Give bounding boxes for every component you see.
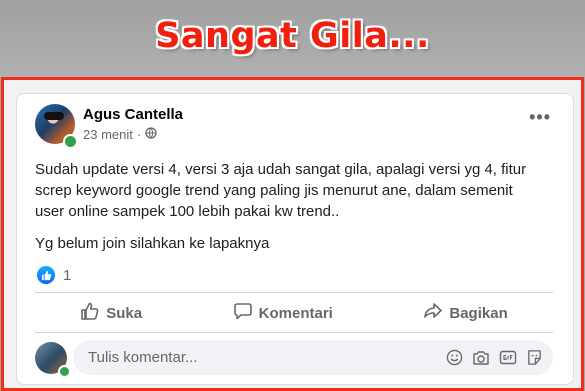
comment-box bbox=[73, 340, 553, 375]
banner-headline: Sangat Gila... bbox=[155, 16, 430, 56]
comment-label: Komentari bbox=[258, 304, 333, 322]
like-icon bbox=[80, 301, 100, 325]
post-time[interactable]: 23 menit bbox=[83, 127, 133, 142]
camera-icon[interactable] bbox=[472, 349, 490, 366]
globe-icon bbox=[145, 127, 157, 142]
online-status-indicator bbox=[58, 365, 71, 378]
post-meta: 23 menit · bbox=[83, 127, 157, 142]
reactions-summary[interactable]: 1 bbox=[37, 266, 71, 284]
author-name[interactable]: Agus Cantella bbox=[83, 106, 183, 123]
divider bbox=[35, 332, 553, 333]
gif-icon[interactable] bbox=[499, 349, 517, 366]
like-button[interactable]: Suka bbox=[80, 301, 142, 325]
comment-button[interactable]: Komentari bbox=[233, 301, 333, 325]
like-label: Suka bbox=[106, 304, 143, 322]
post-paragraph: Sudah update versi 4, versi 3 aja udah s… bbox=[35, 161, 527, 220]
comment-icon bbox=[233, 301, 253, 325]
share-label: Bagikan bbox=[449, 304, 508, 322]
emoji-icon[interactable] bbox=[446, 349, 463, 366]
post-text: Sudah update versi 4, versi 3 aja udah s… bbox=[35, 159, 545, 265]
post-paragraph: Yg belum join silahkan ke lapaknya bbox=[35, 235, 270, 252]
like-reaction-icon bbox=[37, 266, 55, 284]
comment-tools bbox=[446, 349, 543, 366]
post-actions: Suka Komentari Bagikan bbox=[35, 294, 553, 332]
banner: Sangat Gila... bbox=[0, 0, 585, 77]
share-icon bbox=[423, 301, 443, 325]
post-card: Agus Cantella 23 menit · ••• Sudah updat… bbox=[16, 93, 574, 385]
comment-input[interactable] bbox=[86, 348, 446, 367]
online-status-indicator bbox=[63, 134, 78, 149]
more-options-icon[interactable]: ••• bbox=[529, 108, 551, 126]
sticker-icon[interactable] bbox=[526, 349, 543, 366]
highlight-frame: Agus Cantella 23 menit · ••• Sudah updat… bbox=[1, 77, 584, 391]
reaction-count: 1 bbox=[63, 266, 72, 284]
meta-separator: · bbox=[136, 127, 142, 142]
divider bbox=[35, 292, 553, 293]
share-button[interactable]: Bagikan bbox=[423, 301, 508, 325]
